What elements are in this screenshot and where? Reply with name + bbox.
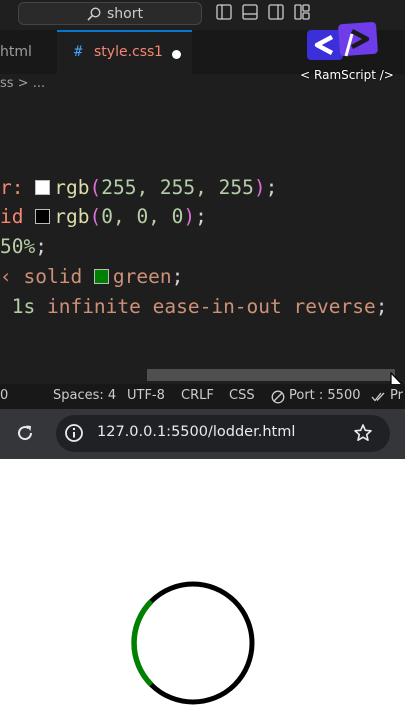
code-token: rgb [54,205,90,228]
code-token: 1s [0,295,47,318]
layout-controls [216,4,310,22]
ramscript-logo-icon [307,21,378,60]
code-token: 0, 0, 0 [101,205,184,228]
code-line[interactable]: 50%; [0,233,47,261]
tab-html-label: html [0,44,32,60]
code-token: r: [0,176,36,199]
code-token: 50% [0,235,36,258]
code-token: ; [265,176,278,199]
code-token: ; [195,205,207,228]
code-token: rgb [54,176,90,199]
css-file-icon: # [74,44,83,60]
toggle-panel-icon[interactable] [242,4,258,20]
status-prettier[interactable]: Pr [390,388,403,403]
code-token: ) [183,205,196,228]
code-line[interactable]: ‹ solid green; [0,263,183,291]
color-swatch[interactable] [35,209,51,224]
toggle-sidebar-icon[interactable] [216,4,232,20]
code-token: infinite ease-in-out reverse [46,295,376,318]
code-token: green [112,265,172,288]
tab-style-css-label: style.css [94,44,155,60]
code-token: ; [375,295,388,318]
loader-arc [131,599,154,687]
status-encoding[interactable]: UTF-8 [127,388,165,403]
code-token: ( [89,176,102,199]
tab-html[interactable]: html [0,30,56,74]
code-token: 255, 255, 255 [101,176,254,199]
code-token: ; [35,235,47,258]
loader-spinner [131,581,255,705]
status-live-server-port[interactable]: Port : 5500 [289,388,361,403]
bookmark-star-icon[interactable] [353,423,373,443]
toggle-secondary-sidebar-icon[interactable] [268,4,284,20]
tab-style-css[interactable]: # style.css 1 [57,30,192,74]
color-swatch[interactable] [35,180,51,195]
code-line[interactable]: 1s infinite ease-in-out reverse; [0,293,388,321]
code-token: ‹ solid [0,265,94,288]
code-token: id [0,205,36,228]
search-text: short [107,6,143,22]
color-swatch[interactable] [93,269,109,284]
code-token: ; [171,265,184,288]
status-language[interactable]: CSS [229,388,255,403]
address-bar[interactable]: 127.0.0.1:5500/lodder.html [56,415,390,452]
no-entry-icon [271,390,285,404]
unsaved-dot-icon[interactable] [172,50,181,59]
command-center-search[interactable]: short [18,2,202,25]
search-icon [87,7,101,21]
status-bar: 0 Spaces: 4 UTF-8 CRLF CSS Port : 5500 P… [0,384,405,409]
code-token: ( [89,205,102,228]
code-line[interactable]: r: rgb(255, 255, 255); [0,174,277,202]
browser-toolbar: 127.0.0.1:5500/lodder.html [0,409,405,459]
url-text[interactable]: 127.0.0.1:5500/lodder.html [97,424,295,440]
breadcrumb[interactable]: ss > ... [0,76,45,91]
status-eol[interactable]: CRLF [181,388,214,403]
code-line[interactable]: id rgb(0, 0, 0); [0,203,207,231]
rendered-page [0,459,405,720]
status-column[interactable]: 0 [0,388,8,403]
horizontal-scrollbar[interactable] [147,369,395,381]
problem-count-badge: 1 [154,44,163,60]
site-info-icon[interactable] [64,423,84,443]
watermark-text: < RamScript /> [300,68,394,82]
double-check-icon [371,392,385,402]
status-indentation[interactable]: Spaces: 4 [53,388,116,403]
code-token: ) [253,176,266,199]
reload-icon[interactable] [15,423,35,443]
customize-layout-icon[interactable] [294,4,310,20]
